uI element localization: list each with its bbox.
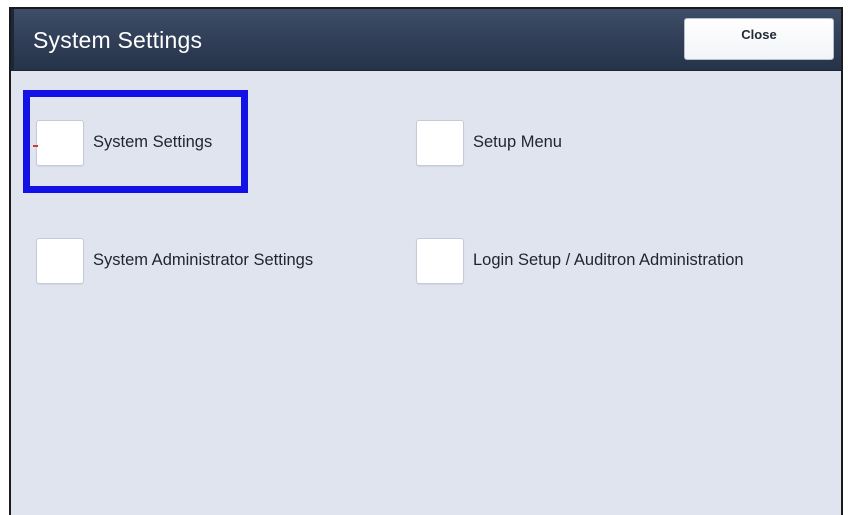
system-settings-checkbox[interactable] [36, 120, 84, 166]
setup-menu-label: Setup Menu [473, 133, 562, 151]
system-settings-screen: System Settings Close System Settings Se… [9, 7, 843, 515]
page-title: System Settings [33, 27, 203, 53]
pointer-marker [33, 145, 38, 147]
option-login-setup-auditron-administration[interactable]: Login Setup / Auditron Administration [416, 238, 806, 288]
setup-menu-checkbox[interactable] [416, 120, 464, 166]
login-setup-auditron-administration-label: Login Setup / Auditron Administration [473, 251, 744, 269]
close-button[interactable]: Close [684, 18, 834, 60]
login-setup-auditron-administration-checkbox[interactable] [416, 238, 464, 284]
system-administrator-settings-checkbox[interactable] [36, 238, 84, 284]
option-setup-menu[interactable]: Setup Menu [416, 120, 616, 170]
option-system-administrator-settings[interactable]: System Administrator Settings [36, 238, 366, 288]
title-bar-edge [11, 9, 14, 70]
option-system-settings[interactable]: System Settings [36, 120, 256, 170]
system-administrator-settings-label: System Administrator Settings [93, 251, 314, 269]
system-settings-label: System Settings [93, 133, 213, 151]
title-bar: System Settings Close [11, 9, 841, 71]
